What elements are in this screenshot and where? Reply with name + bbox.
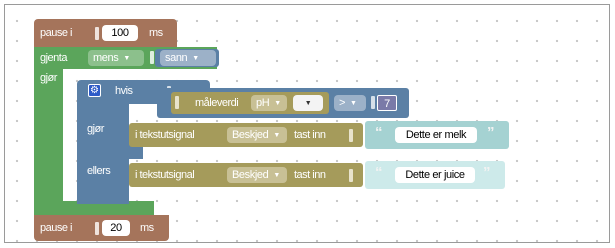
quote-open-icon: “ [375,124,383,141]
else-text-signal-block[interactable]: i tekstutsignal Beskjed ▼ tast inn [129,163,363,187]
chevron-down-icon: ▼ [350,100,357,107]
repeat-keyword: gjenta [40,52,67,64]
if-then-label: gjør [87,123,104,135]
chevron-down-icon: ▼ [273,172,280,179]
compare-operator-label: > [339,97,346,109]
chevron-down-icon: ▼ [192,55,199,62]
quote-open-icon: “ [375,164,383,181]
pause-value-input[interactable]: 100 [102,25,138,41]
sensor-value-block[interactable]: måleverdi pH ▼ ▼ [171,92,329,114]
if-else-label: ellers [87,165,111,177]
text-signal-prefix: i tekstutsignal [135,129,195,141]
chevron-down-icon: ▼ [274,100,281,107]
chevron-down-icon: ▼ [123,55,130,62]
blockly-workspace[interactable]: pause i 100 ms gjenta mens ▼ sann ▼ gjør ⚙… [4,4,610,243]
input-notch [349,129,353,142]
boolean-value-label: sann [165,52,188,64]
sensor-value-label: måleverdi [195,97,239,109]
else-text-input[interactable]: Dette er juice [395,167,475,183]
input-notch [349,169,353,182]
signal-name-dropdown[interactable]: Beskjed ▼ [227,167,287,183]
compare-operator-dropdown[interactable]: > ▼ [334,95,366,111]
input-notch [95,222,99,235]
input-notch [371,96,375,109]
signal-name-label: Beskjed [232,129,269,141]
boolean-value-dropdown[interactable]: sann ▼ [160,50,216,66]
text-signal-suffix: tast inn [294,129,326,141]
pause-unit: ms [149,27,163,39]
input-notch [95,27,99,40]
pause-block-bottom[interactable]: pause i 20 ms [34,215,169,241]
input-notch [175,96,179,109]
quote-close-icon: ” [483,164,491,181]
sensor-type-label: pH [256,97,270,109]
pause-keyword: pause i [40,222,72,234]
sensor-type-dropdown[interactable]: pH ▼ [251,95,287,111]
sensor-port-dropdown[interactable]: ▼ [293,95,323,111]
chevron-down-icon: ▼ [273,132,280,139]
signal-name-dropdown[interactable]: Beskjed ▼ [227,127,287,143]
repeat-do-label: gjør [40,72,57,84]
then-text-string-block[interactable]: “ Dette er melk ” [365,121,509,149]
pause-value-input[interactable]: 20 [102,220,130,236]
then-text-input[interactable]: Dette er melk [395,127,477,143]
text-signal-prefix: i tekstutsignal [135,169,195,181]
boolean-true-block[interactable]: sann ▼ [155,49,219,67]
chevron-down-icon: ▼ [304,100,312,107]
repeat-mode-label: mens [93,52,119,64]
gear-icon[interactable]: ⚙ [88,84,101,97]
text-signal-suffix: tast inn [294,169,326,181]
then-text-signal-block[interactable]: i tekstutsignal Beskjed ▼ tast inn [129,123,363,147]
pause-keyword: pause i [40,27,72,39]
pause-block-top[interactable]: pause i 100 ms [34,19,177,47]
if-keyword: hvis [115,85,133,97]
pause-unit: ms [140,222,154,234]
input-notch [150,51,154,64]
repeat-mode-dropdown[interactable]: mens ▼ [88,50,144,66]
repeat-block-arm: gjør [34,69,63,215]
compare-value-input[interactable]: 7 [377,95,397,111]
quote-close-icon: ” [487,124,495,141]
signal-name-label: Beskjed [232,169,269,181]
else-text-string-block[interactable]: “ Dette er juice ” [365,161,505,189]
